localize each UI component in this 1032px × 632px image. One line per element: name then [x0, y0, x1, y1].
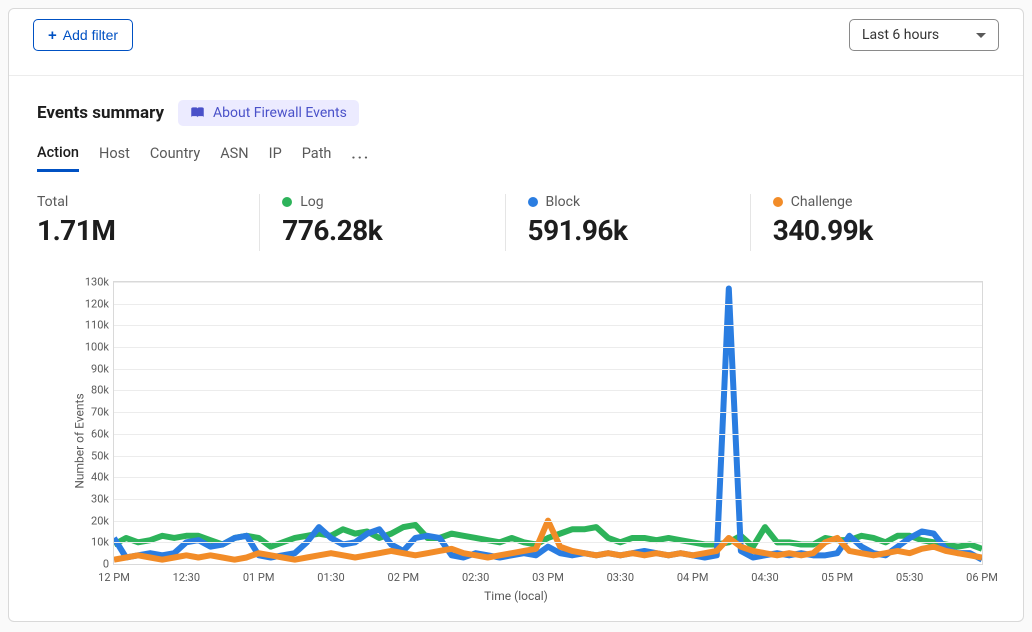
- metric-challenge: Challenge 340.99k: [750, 194, 995, 251]
- metric-label: Log: [282, 194, 486, 210]
- metric-label: Challenge: [773, 194, 977, 210]
- gridline: [114, 434, 982, 435]
- y-tick-label: 40k: [69, 471, 109, 484]
- x-tick-label: 02 PM: [388, 571, 420, 584]
- gridline: [114, 542, 982, 543]
- gridline: [114, 390, 982, 391]
- gridline: [114, 477, 982, 478]
- legend-dot-icon: [282, 197, 292, 207]
- x-tick-label: 04 PM: [677, 571, 709, 584]
- x-tick-label: 01:30: [317, 571, 344, 584]
- time-range-value: Last 6 hours: [862, 27, 939, 43]
- more-icon[interactable]: ···: [351, 150, 370, 166]
- tab-action[interactable]: Action: [37, 144, 79, 172]
- metric-block: Block 591.96k: [505, 194, 750, 251]
- x-tick-label: 03 PM: [532, 571, 564, 584]
- plus-icon: +: [48, 28, 57, 43]
- summary-body: Events summary About Firewall Events Act…: [9, 76, 1023, 621]
- metric-log: Log 776.28k: [259, 194, 504, 251]
- y-tick-label: 20k: [69, 514, 109, 527]
- gridline: [114, 521, 982, 522]
- events-chart: Number of Events 010k20k30k40k50k60k70k8…: [37, 281, 995, 601]
- about-firewall-events-link[interactable]: About Firewall Events: [178, 100, 359, 126]
- tab-asn[interactable]: ASN: [220, 145, 248, 170]
- y-tick-label: 120k: [69, 297, 109, 310]
- metric-value: 776.28k: [282, 214, 486, 247]
- x-tick-label: 05 PM: [822, 571, 854, 584]
- about-label: About Firewall Events: [213, 105, 347, 121]
- metric-total: Total 1.71M: [37, 194, 259, 251]
- x-tick-label: 04:30: [751, 571, 778, 584]
- filter-toolbar: + Add filter Last 6 hours: [9, 9, 1023, 76]
- x-axis-label: Time (local): [37, 589, 995, 603]
- tab-host[interactable]: Host: [99, 145, 130, 170]
- tab-country[interactable]: Country: [150, 145, 200, 170]
- x-tick-label: 05:30: [896, 571, 923, 584]
- add-filter-label: Add filter: [63, 27, 118, 43]
- x-tick-label: 01 PM: [243, 571, 275, 584]
- y-tick-label: 100k: [69, 341, 109, 354]
- y-tick-label: 60k: [69, 427, 109, 440]
- y-tick-label: 70k: [69, 406, 109, 419]
- y-tick-label: 80k: [69, 384, 109, 397]
- events-card: + Add filter Last 6 hours Events summary…: [8, 8, 1024, 622]
- chevron-down-icon: [976, 33, 986, 38]
- metric-value: 591.96k: [528, 214, 732, 247]
- add-filter-button[interactable]: + Add filter: [33, 19, 133, 51]
- metric-label: Block: [528, 194, 732, 210]
- metric-value: 340.99k: [773, 214, 977, 247]
- gridline: [114, 282, 982, 283]
- y-tick-label: 10k: [69, 536, 109, 549]
- y-tick-label: 0: [69, 558, 109, 571]
- tab-path[interactable]: Path: [302, 145, 332, 170]
- summary-header: Events summary About Firewall Events: [37, 100, 995, 126]
- gridline: [114, 325, 982, 326]
- chart-lines-svg: [114, 282, 982, 564]
- summary-title: Events summary: [37, 103, 164, 123]
- gridline: [114, 347, 982, 348]
- gridline: [114, 456, 982, 457]
- gridline: [114, 304, 982, 305]
- y-tick-label: 50k: [69, 449, 109, 462]
- y-tick-label: 30k: [69, 492, 109, 505]
- y-tick-label: 90k: [69, 362, 109, 375]
- x-tick-label: 02:30: [462, 571, 489, 584]
- book-icon: [190, 107, 205, 119]
- x-tick-label: 12 PM: [98, 571, 130, 584]
- time-range-select[interactable]: Last 6 hours: [849, 19, 999, 51]
- tab-ip[interactable]: IP: [269, 145, 282, 170]
- y-tick-label: 130k: [69, 276, 109, 289]
- gridline: [114, 369, 982, 370]
- gridline: [114, 412, 982, 413]
- gridline: [114, 499, 982, 500]
- chart-plot-area: 010k20k30k40k50k60k70k80k90k100k110k120k…: [113, 281, 983, 565]
- metric-label: Total: [37, 194, 241, 210]
- x-tick-label: 06 PM: [966, 571, 998, 584]
- x-tick-label: 12:30: [173, 571, 200, 584]
- y-tick-label: 110k: [69, 319, 109, 332]
- dimension-tabs: Action Host Country ASN IP Path ···: [37, 144, 995, 172]
- legend-dot-icon: [773, 197, 783, 207]
- metric-value: 1.71M: [37, 214, 241, 247]
- legend-dot-icon: [528, 197, 538, 207]
- x-tick-label: 03:30: [607, 571, 634, 584]
- metrics-row: Total 1.71M Log 776.28k Block 591.96k Challeng…: [37, 194, 995, 251]
